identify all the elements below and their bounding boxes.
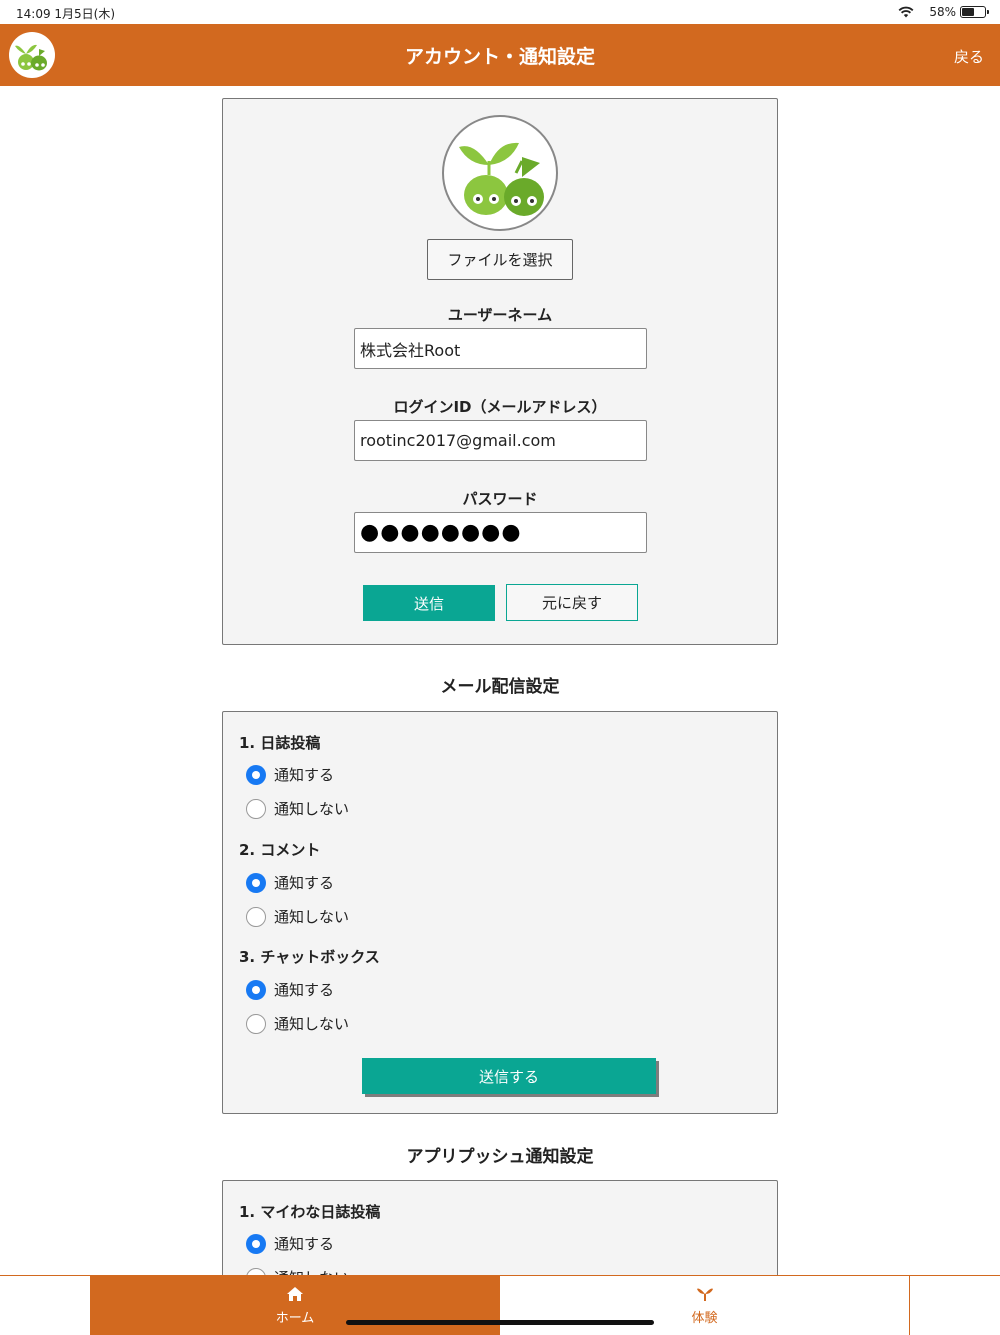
home-indicator xyxy=(346,1320,654,1325)
radio-unchecked-icon xyxy=(246,906,266,927)
radio-label: 通知しない xyxy=(274,908,350,926)
radio-comment-no-notify[interactable]: 通知しない xyxy=(246,906,349,927)
group-title-comment: 2. コメント xyxy=(239,841,321,859)
tab-home[interactable]: ホーム xyxy=(90,1276,500,1335)
radio-unchecked-icon xyxy=(246,1013,266,1034)
radio-diary-no-notify[interactable]: 通知しない xyxy=(246,798,349,819)
tab-bar: ホーム 体験 xyxy=(0,1275,1000,1335)
app-header: アカウント・通知設定 戻る xyxy=(0,24,1000,86)
account-card: ファイルを選択 ユーザーネーム 株式会社Root ログインID（メールアドレス）… xyxy=(222,98,778,645)
email-input[interactable]: rootinc2017@gmail.com xyxy=(354,420,647,461)
password-input[interactable]: ●●●●●●●● xyxy=(354,512,647,553)
page-title: アカウント・通知設定 xyxy=(404,46,595,68)
profile-avatar xyxy=(442,115,558,231)
tab-home-label: ホーム xyxy=(275,1310,315,1326)
sprout-icon xyxy=(696,1288,713,1301)
username-input[interactable]: 株式会社Root xyxy=(354,328,647,369)
radio-checked-icon xyxy=(246,979,266,1000)
login-id-label: ログインID（メールアドレス） xyxy=(393,398,607,416)
username-label: ユーザーネーム xyxy=(447,306,553,324)
radio-label: 通知しない xyxy=(274,1015,350,1033)
tab-experience-label: 体験 xyxy=(691,1310,718,1326)
group-title-diary: 1. 日誌投稿 xyxy=(239,734,321,752)
radio-checked-icon xyxy=(246,764,266,785)
radio-label: 通知する xyxy=(274,874,335,892)
tab-experience[interactable]: 体験 xyxy=(500,1276,910,1335)
back-button[interactable]: 戻る xyxy=(954,46,984,67)
password-label: パスワード xyxy=(462,490,538,508)
radio-checked-icon xyxy=(246,872,266,893)
status-bar: 14:09 1月5日(木) 58% xyxy=(0,0,1000,24)
group-title-chat: 3. チャットボックス xyxy=(239,948,380,966)
home-icon xyxy=(287,1286,303,1301)
choose-file-button[interactable]: ファイルを選択 xyxy=(427,239,573,280)
battery-percent: 58% xyxy=(929,5,956,19)
status-time: 14:09 1月5日(木) xyxy=(16,7,116,21)
wifi-icon xyxy=(898,6,914,18)
mail-settings-card: 1. 日誌投稿 通知する 通知しない 2. コメント 通知する 通知しない 3.… xyxy=(222,711,778,1114)
send-button[interactable]: 送信 xyxy=(363,585,495,621)
mail-settings-title: メール配信設定 xyxy=(440,677,560,697)
radio-label: 通知する xyxy=(274,766,335,784)
radio-chat-notify[interactable]: 通知する xyxy=(246,979,334,1000)
battery-icon xyxy=(960,6,989,18)
submit-button[interactable]: 送信する xyxy=(362,1058,656,1094)
radio-label: 通知する xyxy=(274,1235,335,1253)
radio-unchecked-icon xyxy=(246,798,266,819)
radio-diary-notify[interactable]: 通知する xyxy=(246,764,334,785)
radio-chat-no-notify[interactable]: 通知しない xyxy=(246,1013,349,1034)
radio-label: 通知する xyxy=(274,981,335,999)
radio-comment-notify[interactable]: 通知する xyxy=(246,872,334,893)
group-title-my-diary: 1. マイわな日誌投稿 xyxy=(239,1203,381,1221)
push-settings-title: アプリプッシュ通知設定 xyxy=(406,1147,594,1167)
password-value: ●●●●●●●● xyxy=(360,520,522,545)
reset-button[interactable]: 元に戻す xyxy=(506,584,638,621)
radio-my-diary-notify[interactable]: 通知する xyxy=(246,1233,334,1254)
radio-checked-icon xyxy=(246,1233,266,1254)
radio-label: 通知しない xyxy=(274,800,350,818)
